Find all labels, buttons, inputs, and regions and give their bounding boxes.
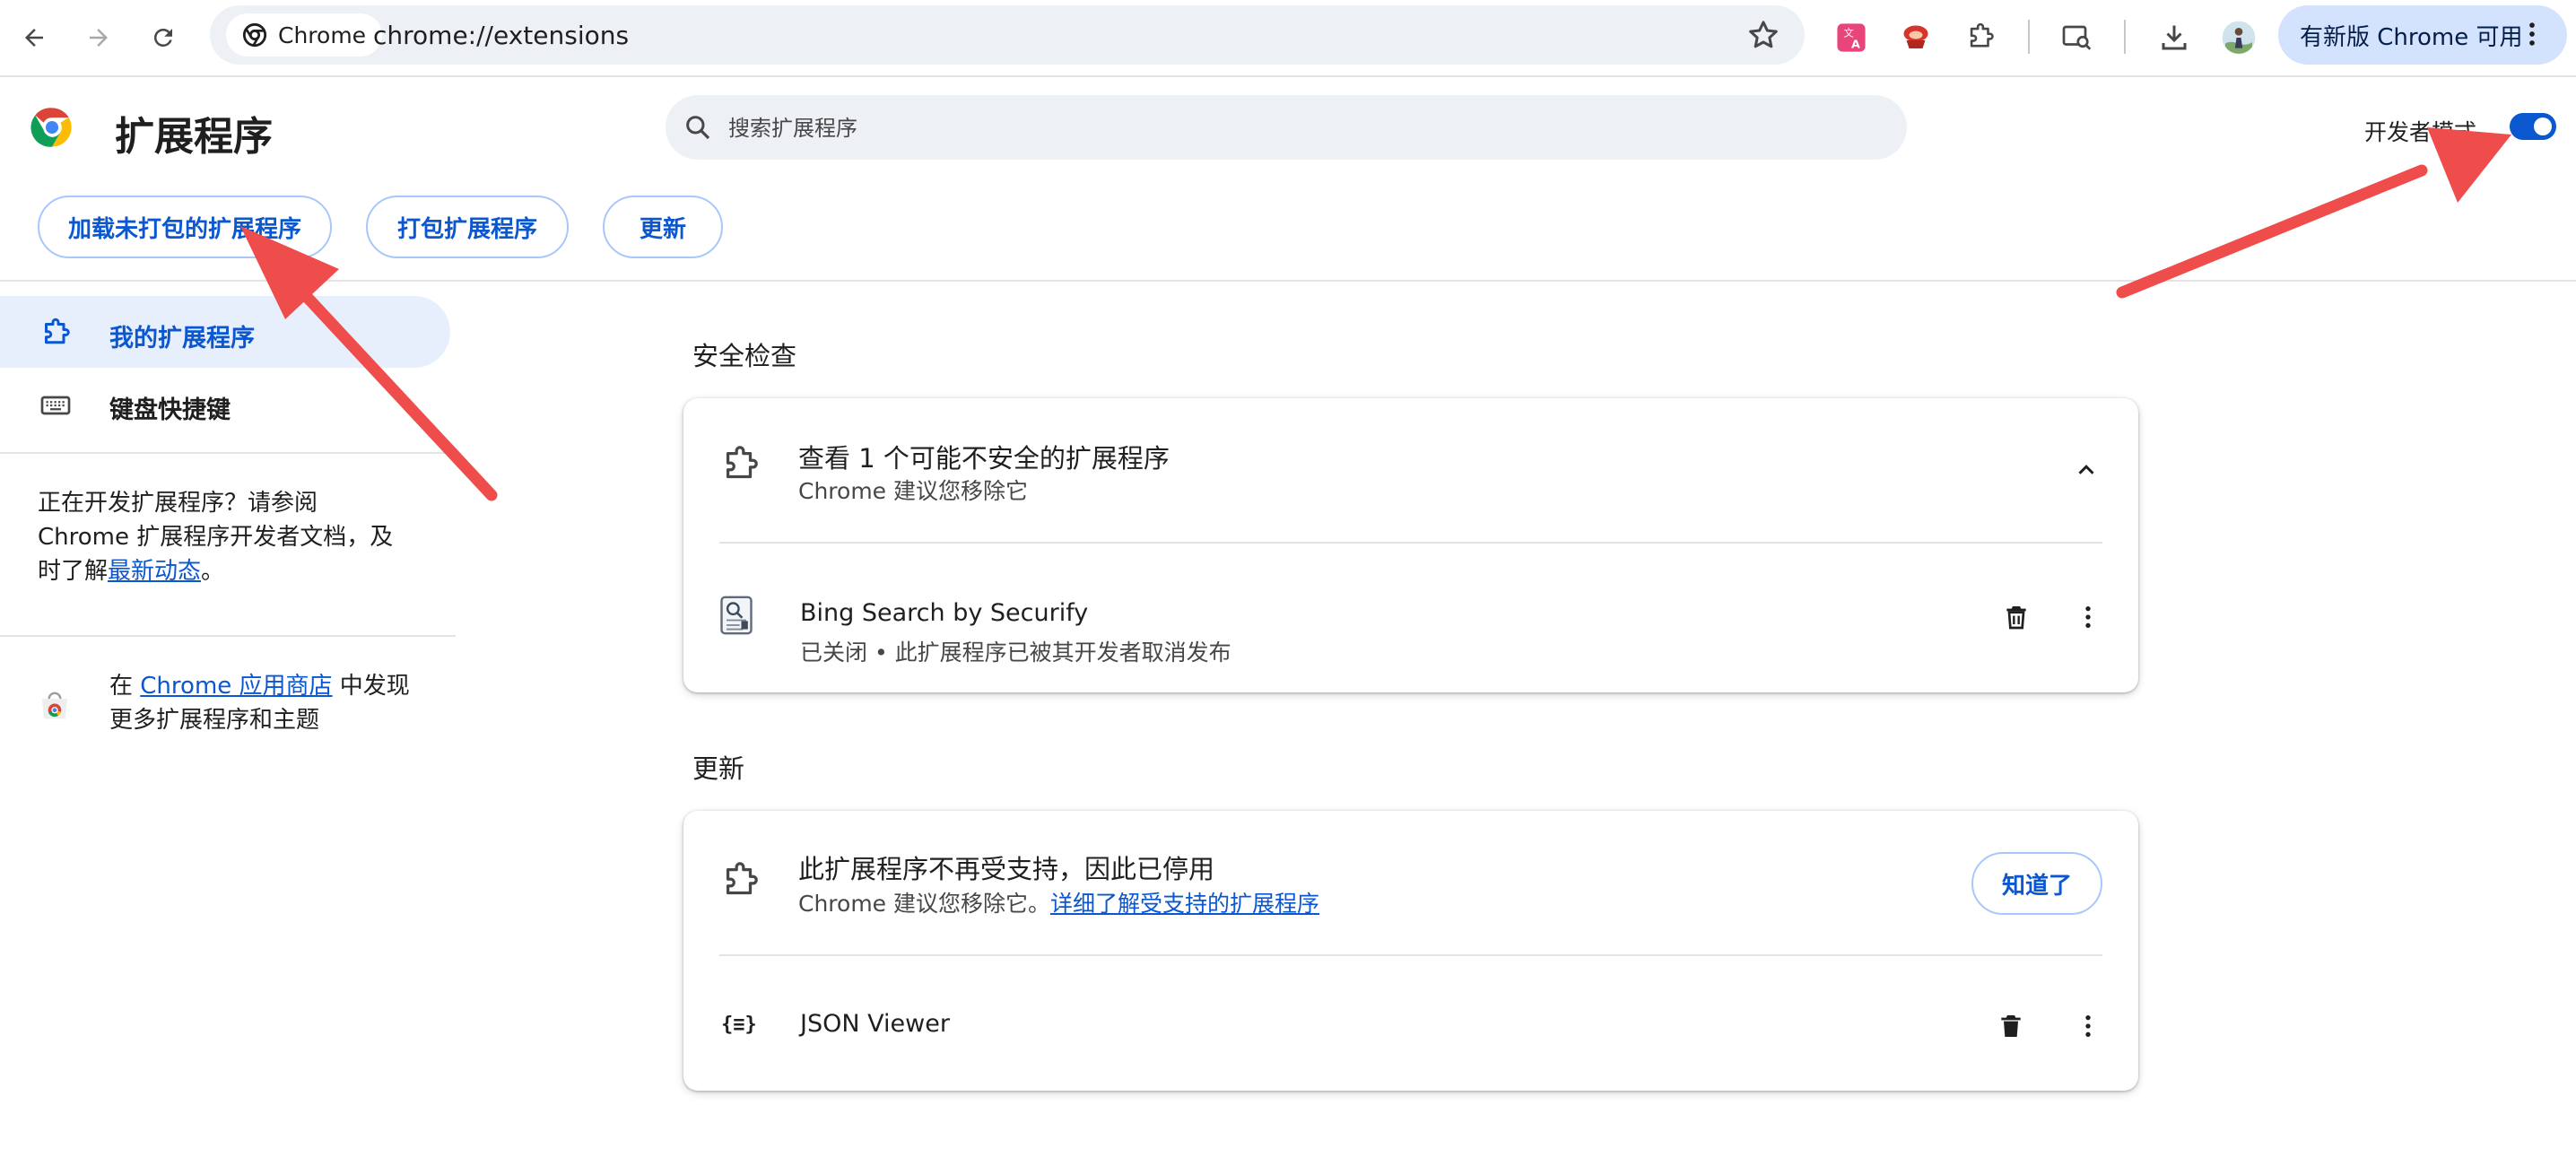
keyboard-icon [39, 389, 72, 422]
star-icon [1749, 21, 1778, 48]
learn-more-link[interactable]: 详细了解受支持的扩展程序 [1050, 891, 1319, 917]
forward-icon [90, 29, 108, 47]
extension-status: 已关闭 • 此扩展程序已被其开发者取消发布 [800, 640, 1231, 666]
safety-check-card: 查看 1 个可能不安全的扩展程序 Chrome 建议您移除它 Bing Sear… [683, 398, 2138, 692]
remove-extension-button[interactable] [1989, 1005, 2032, 1048]
extension-icon [719, 445, 761, 486]
toggle-knob [2534, 117, 2552, 135]
developer-mode-toggle[interactable] [2510, 113, 2556, 140]
more-icon [2085, 606, 2091, 628]
header-divider [0, 280, 2576, 282]
reload-button[interactable] [142, 16, 185, 59]
avatar[interactable] [2219, 18, 2258, 57]
trash-icon [2006, 606, 2026, 630]
browser-toolbar: Chrome chrome://extensions 文 A 有新版 Chrom… [0, 0, 2576, 77]
extension-icon [39, 318, 72, 350]
page-title: 扩展程序 [115, 114, 273, 160]
developer-docs-text-after: 。 [201, 558, 225, 585]
chrome-update-button[interactable]: 有新版 Chrome 可用 [2278, 5, 2567, 65]
unsupported-card-subtitle: Chrome 建议您移除它。详细了解受支持的扩展程序 [798, 886, 1319, 918]
svg-text:A: A [1851, 38, 1860, 51]
card-divider [719, 954, 2102, 956]
site-chip[interactable]: Chrome [226, 13, 383, 57]
update-extensions-button[interactable]: 更新 [603, 196, 723, 258]
collapse-button[interactable] [2065, 448, 2108, 492]
toolbar-separator [2028, 20, 2030, 54]
downloads-button[interactable] [2154, 18, 2194, 57]
search-page-button[interactable] [2058, 18, 2097, 57]
more-icon [2085, 1015, 2091, 1037]
site-chip-label: Chrome [278, 22, 367, 48]
bookmark-star-button[interactable] [1745, 17, 1781, 53]
reload-icon [153, 28, 172, 47]
extensions-menu-button[interactable] [1961, 18, 2000, 57]
avatar-image [2222, 21, 2256, 55]
safety-card-title: 查看 1 个可能不安全的扩展程序 [798, 443, 1170, 474]
developer-docs-text: 正在开发扩展程序？请参阅 Chrome 扩展程序开发者文档，及时了解最新动态。 [38, 486, 396, 588]
more-actions-button[interactable] [2067, 1005, 2110, 1048]
back-icon [25, 29, 43, 47]
extension-search-box[interactable] [666, 95, 1907, 160]
web-store-text: 在 Chrome 应用商店 中发现更多扩展程序和主题 [109, 669, 432, 737]
chrome-logo-icon [30, 108, 72, 147]
latest-news-link[interactable]: 最新动态 [108, 558, 201, 585]
bing-extension-icon [719, 596, 753, 635]
more-icon [2517, 19, 2547, 49]
arrow-to-developer-mode [2116, 127, 2511, 299]
got-it-button[interactable]: 知道了 [1971, 852, 2102, 915]
puzzle-icon [1970, 22, 1994, 48]
unsupported-card-subtitle-text: Chrome 建议您移除它。 [798, 891, 1051, 917]
chrome-web-store-link[interactable]: Chrome 应用商店 [140, 673, 332, 700]
web-store-icon [38, 689, 72, 723]
sidebar-item-my-extensions[interactable]: 我的扩展程序 [0, 296, 450, 368]
back-button[interactable] [13, 16, 56, 59]
address-bar[interactable]: Chrome chrome://extensions [210, 5, 1805, 65]
pack-extension-button[interactable]: 打包扩展程序 [366, 196, 569, 258]
updates-heading: 更新 [692, 753, 745, 784]
sidebar-divider [0, 452, 456, 454]
chevron-up-icon [2078, 465, 2094, 474]
chrome-update-label: 有新版 Chrome 可用 [2300, 23, 2523, 51]
url-text[interactable]: chrome://extensions [373, 21, 629, 50]
search-input[interactable] [727, 108, 1878, 149]
search-icon [686, 116, 710, 140]
extension-icon [719, 861, 761, 902]
trash-icon [2001, 1015, 2021, 1037]
unsupported-card-title: 此扩展程序不再受支持，因此已停用 [798, 854, 1215, 884]
unsupported-extension-card: 此扩展程序不再受支持，因此已停用 Chrome 建议您移除它。详细了解受支持的扩… [683, 811, 2138, 1091]
web-store-text-before: 在 [109, 673, 134, 700]
chrome-logo [29, 104, 75, 151]
search-page-icon [2062, 25, 2092, 50]
card-divider [719, 542, 2102, 544]
download-icon [2162, 25, 2187, 50]
toolbar-separator [2124, 20, 2126, 54]
more-actions-button[interactable] [2067, 596, 2110, 639]
chrome-icon [242, 22, 267, 48]
translate-icon: 文 A [1837, 23, 1866, 52]
load-unpacked-button[interactable]: 加载未打包的扩展程序 [38, 196, 332, 258]
sidebar-item-label: 键盘快捷键 [109, 396, 231, 424]
sidebar-divider [0, 635, 456, 637]
safety-card-subtitle: Chrome 建议您移除它 [798, 478, 1029, 504]
sidebar-item-keyboard-shortcuts[interactable]: 键盘快捷键 [0, 368, 450, 439]
sidebar-item-label: 我的扩展程序 [109, 325, 255, 352]
extension-icon [1903, 25, 1928, 48]
extension-name: JSON Viewer [800, 1010, 950, 1038]
developer-mode-label: 开发者模式 [2364, 119, 2477, 145]
forward-button[interactable] [77, 16, 120, 59]
extension-name: Bing Search by Securify [800, 599, 1089, 627]
safety-check-heading: 安全检查 [692, 341, 797, 371]
json-viewer-icon: {≡} [721, 1014, 757, 1036]
extension-button-red[interactable] [1896, 18, 1936, 57]
remove-extension-button[interactable] [1995, 596, 2038, 639]
translate-extension-button[interactable]: 文 A [1832, 18, 1871, 57]
